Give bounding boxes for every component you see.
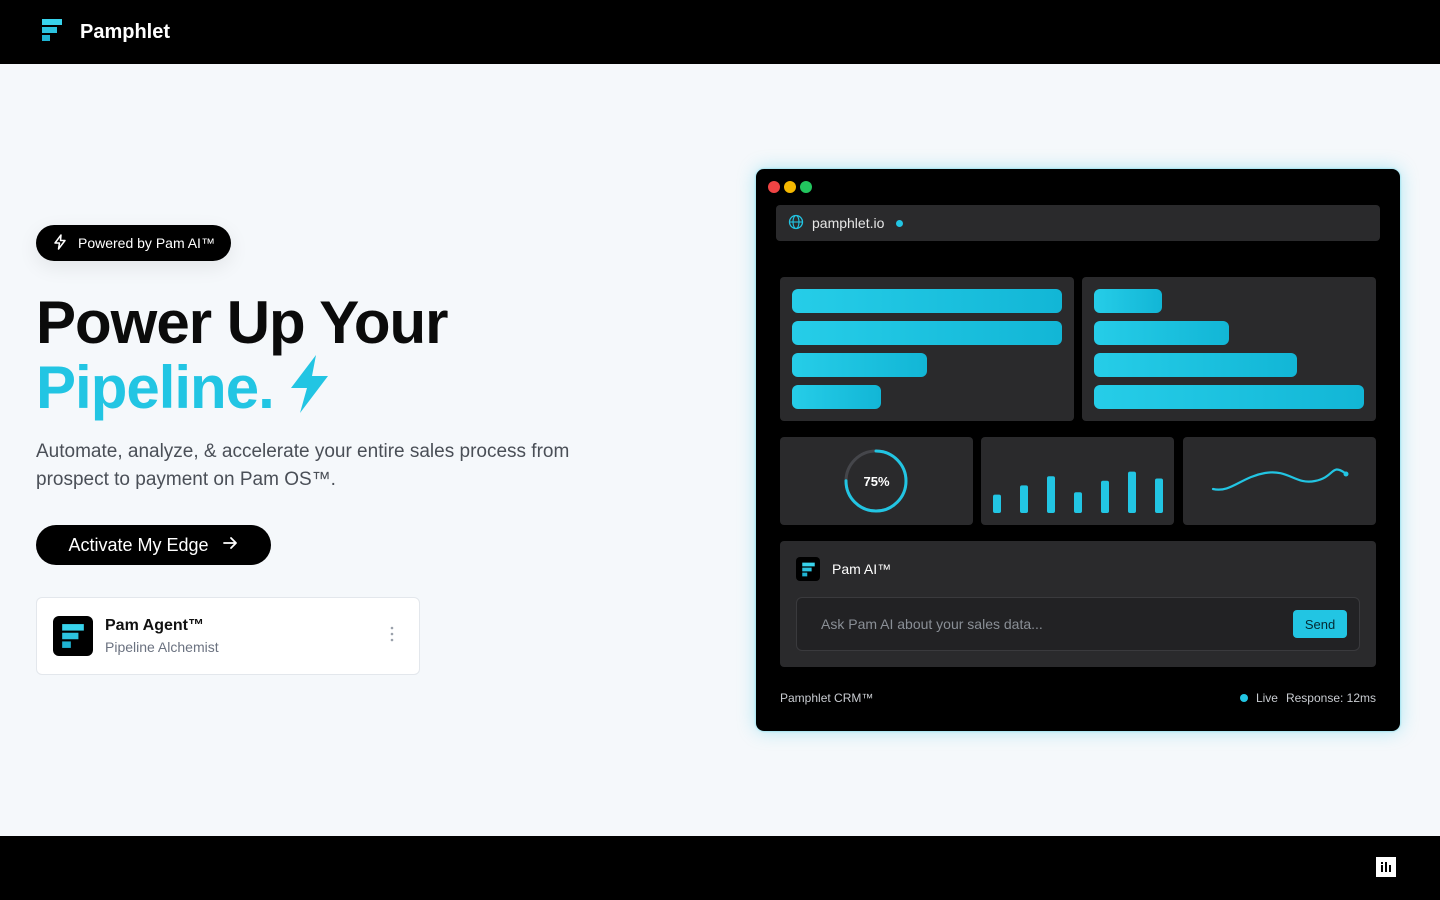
mini-bar-5 xyxy=(1101,480,1109,513)
intercom-icon[interactable] xyxy=(1376,857,1396,877)
globe-icon xyxy=(788,214,804,233)
hero-title-line1: Power Up Your xyxy=(36,289,449,356)
bar-right-3 xyxy=(1094,353,1297,377)
sparkline-end-point xyxy=(1343,471,1349,477)
bars-card-left xyxy=(780,277,1074,421)
mini-bar-2 xyxy=(1020,485,1028,513)
pamphlet-logo-icon[interactable] xyxy=(40,18,64,47)
powered-by-badge: Powered by Pam AI™ xyxy=(36,225,231,261)
sparkline-path xyxy=(1211,468,1347,491)
window-controls xyxy=(768,181,812,193)
ask-pam-ai-input[interactable] xyxy=(797,598,1277,650)
chat-input-container: Send xyxy=(796,597,1360,651)
arrow-right-icon xyxy=(221,534,239,557)
mini-bar-1 xyxy=(993,494,1001,513)
live-label: Live xyxy=(1255,691,1278,705)
bar-left-4 xyxy=(792,385,881,409)
hero-subtitle: Automate, analyze, & accelerate your ent… xyxy=(36,441,570,490)
agent-logo-icon xyxy=(53,616,93,656)
bar-right-1 xyxy=(1094,289,1162,313)
sparkline-card xyxy=(1183,437,1376,525)
hero-title: Power Up Your Pipeline. xyxy=(36,289,449,425)
minimize-dot[interactable] xyxy=(784,181,796,193)
more-options-icon[interactable] xyxy=(389,626,395,642)
bar-right-4 xyxy=(1094,385,1364,409)
pam-ai-chat-panel: Pam AI™ Send xyxy=(780,541,1376,667)
hero-title-line2: Pipeline. xyxy=(36,354,275,421)
url-status-dot xyxy=(896,219,904,227)
mini-bar-7 xyxy=(1155,478,1163,513)
bar-left-3 xyxy=(792,353,927,377)
gauge-card: 75% xyxy=(780,437,973,525)
status-indicator: Live Response: 12ms xyxy=(1239,691,1376,705)
chat-title: Pam AI™ xyxy=(832,561,892,577)
dashboard-preview-window: pamphlet.io 75% Pam AI™ Ask Pam AI about… xyxy=(756,169,1400,731)
agent-role: Pipeline Alchemist xyxy=(105,639,219,655)
mini-bar-chart-card xyxy=(981,437,1174,525)
cta-label: Activate My Edge xyxy=(68,534,209,555)
gauge-label: 75% xyxy=(863,473,890,489)
url-bar[interactable]: pamphlet.io xyxy=(776,205,1380,241)
bar-left-1 xyxy=(792,289,1062,313)
bar-left-2 xyxy=(792,321,1062,345)
live-status-dot xyxy=(1239,694,1248,702)
top-navbar: Pamphlet xyxy=(0,0,1440,64)
pam-ai-logo-icon xyxy=(796,557,820,581)
mini-bar-chart xyxy=(993,471,1163,513)
agent-name: Pam Agent™ xyxy=(105,617,204,634)
close-dot[interactable] xyxy=(768,181,780,193)
response-time: Response: 12ms xyxy=(1285,691,1376,705)
mini-bar-4 xyxy=(1074,492,1082,513)
activate-my-edge-button[interactable]: Activate My Edge xyxy=(36,525,271,565)
badge-label: Powered by Pam AI™ xyxy=(78,235,215,251)
mini-bar-3 xyxy=(1047,476,1055,513)
agent-card[interactable]: Pam Agent™ Pipeline Alchemist xyxy=(36,597,420,675)
crm-label: Pamphlet CRM™ xyxy=(780,691,874,705)
bar-right-2 xyxy=(1094,321,1229,345)
maximize-dot[interactable] xyxy=(800,181,812,193)
footer-bar xyxy=(0,836,1440,900)
mini-bar-6 xyxy=(1128,471,1136,513)
url-text: pamphlet.io xyxy=(812,215,885,231)
brand-name[interactable]: Pamphlet xyxy=(80,21,170,44)
bars-card-right xyxy=(1082,277,1376,421)
lightning-icon xyxy=(52,233,68,253)
lightning-bolt-icon xyxy=(286,354,332,425)
sparkline-chart xyxy=(1211,468,1349,491)
send-button[interactable]: Send xyxy=(1293,610,1347,638)
